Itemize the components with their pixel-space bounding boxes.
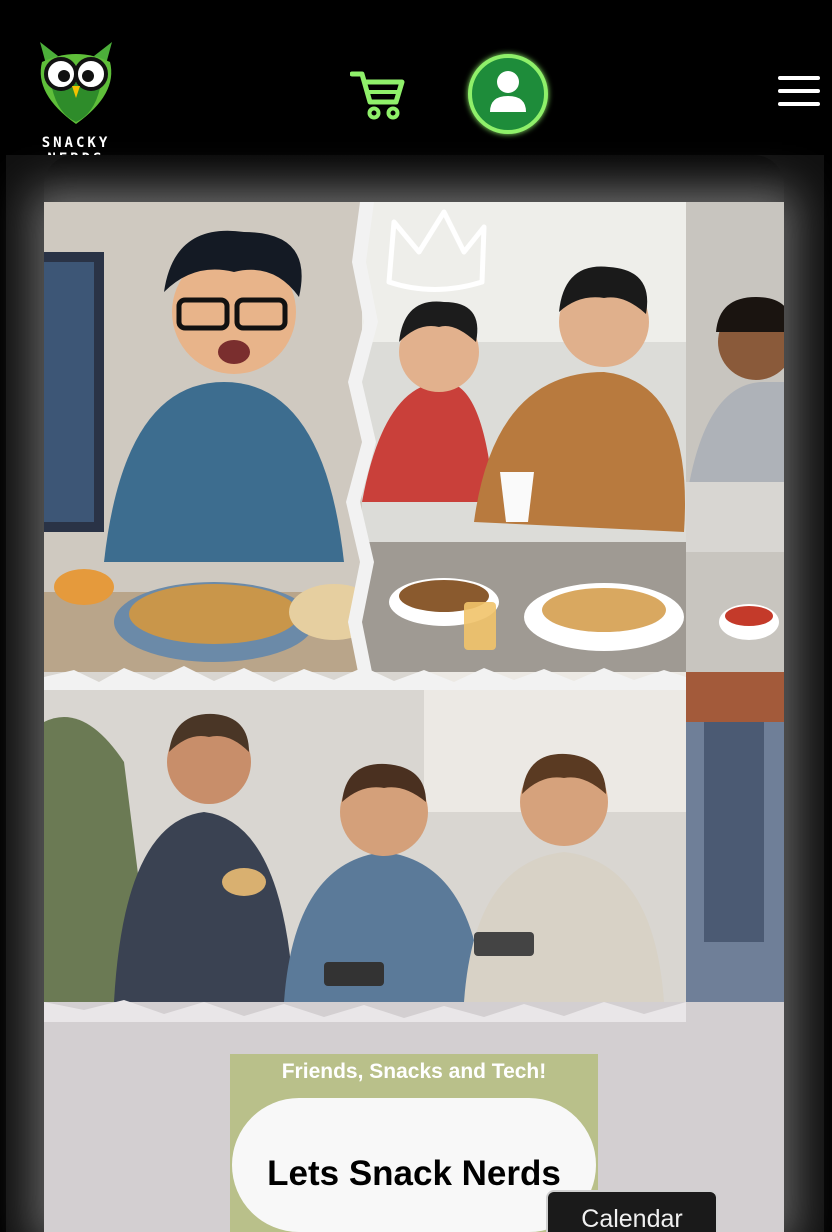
account-button[interactable] <box>468 54 548 134</box>
menu-bar <box>778 89 820 93</box>
collage-image <box>44 202 784 1022</box>
cart-button[interactable] <box>349 68 406 120</box>
hero-card-top <box>44 155 784 203</box>
menu-bar <box>778 76 820 80</box>
hero-card: Friends, Snacks and Tech! Lets Snack Ner… <box>44 202 784 1232</box>
site-header: SNACKY NERDS <box>0 0 832 167</box>
owl-logo-icon <box>40 42 112 124</box>
menu-bar <box>778 102 820 106</box>
brand-logo[interactable]: SNACKY NERDS <box>8 38 144 167</box>
shopping-cart-icon <box>349 71 405 120</box>
hero-tagline: Friends, Snacks and Tech! <box>281 1060 547 1083</box>
lets-snack-nerds-button[interactable]: Lets Snack Nerds <box>232 1098 596 1232</box>
hero-callout: Friends, Snacks and Tech! Lets Snack Ner… <box>230 1054 598 1232</box>
calendar-tab-button[interactable]: Calendar <box>546 1190 718 1232</box>
hamburger-menu-button[interactable] <box>778 76 820 108</box>
user-icon <box>490 71 526 112</box>
